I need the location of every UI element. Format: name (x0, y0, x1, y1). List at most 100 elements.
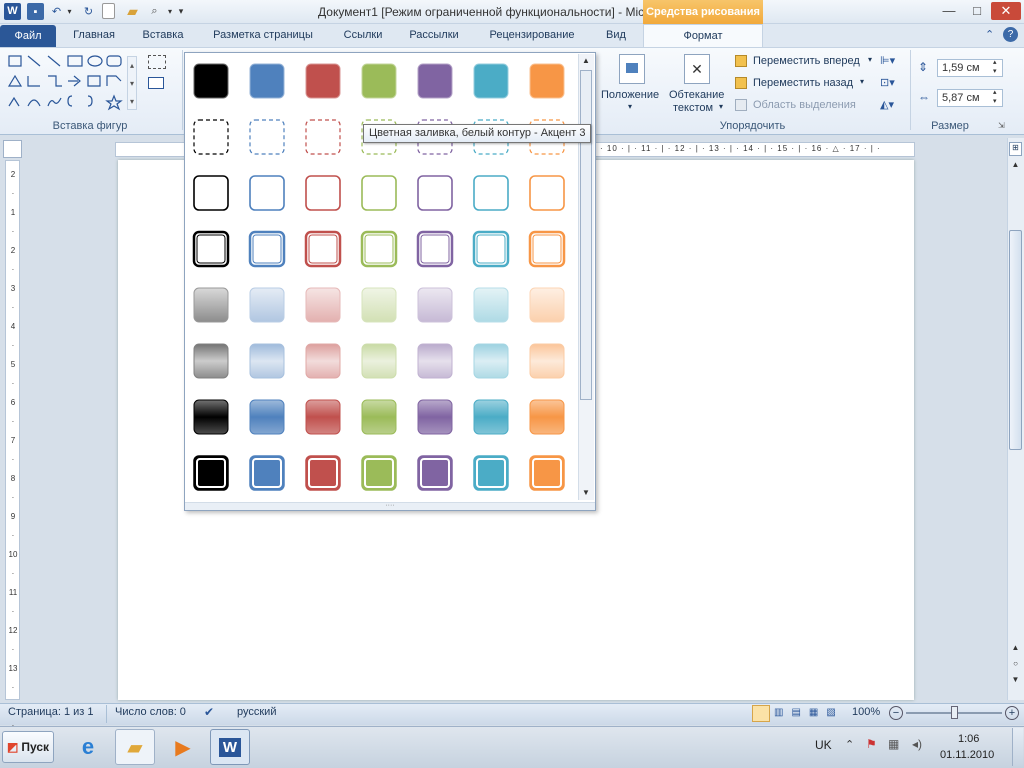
zoom-in-icon[interactable]: + (1005, 706, 1019, 720)
style-swatch[interactable] (193, 287, 229, 323)
zoom-level[interactable]: 100% (852, 706, 880, 718)
wrap-text-icon[interactable]: ✕ (684, 54, 710, 84)
show-hidden-icons-icon[interactable]: ⌃ (845, 738, 854, 751)
style-swatch[interactable] (361, 287, 397, 323)
page-count[interactable]: Страница: 1 из 1 (8, 706, 94, 718)
style-swatch[interactable] (305, 455, 341, 491)
style-swatch[interactable] (361, 175, 397, 211)
send-backward-icon[interactable] (735, 77, 747, 89)
style-swatch[interactable] (305, 287, 341, 323)
style-swatch[interactable] (249, 399, 285, 435)
language-indicator[interactable]: русский (237, 706, 276, 718)
style-swatch[interactable] (249, 343, 285, 379)
tab-mailings[interactable]: Рассылки (398, 24, 470, 47)
position-dropdown-icon[interactable]: ▾ (628, 102, 632, 111)
style-swatch[interactable] (361, 455, 397, 491)
shapes-palette[interactable] (6, 52, 136, 112)
style-swatch[interactable] (528, 230, 566, 268)
style-swatch[interactable] (249, 455, 285, 491)
zoom-out-icon[interactable]: − (889, 706, 903, 720)
style-swatch[interactable] (473, 343, 509, 379)
style-swatch[interactable] (472, 230, 510, 268)
style-swatch[interactable] (361, 63, 397, 99)
style-swatch[interactable] (305, 119, 341, 155)
style-swatch[interactable] (529, 399, 565, 435)
scroll-up-icon[interactable]: ▲ (1009, 160, 1022, 174)
word-count[interactable]: Число слов: 0 (115, 706, 186, 718)
position-button[interactable]: Положение (601, 89, 659, 101)
style-swatch[interactable] (361, 399, 397, 435)
rotate-icon[interactable]: ◭▾ (880, 98, 894, 111)
edit-shape-icon[interactable] (148, 55, 166, 69)
explorer-folder-icon[interactable]: ▰ (115, 729, 155, 765)
ribbon-minimize-icon[interactable]: ⌃ (985, 28, 994, 41)
send-backward-dropdown-icon[interactable]: ▾ (860, 77, 864, 86)
style-swatch[interactable] (305, 343, 341, 379)
view-ruler-icon[interactable]: ⊞ (1009, 142, 1022, 156)
minimize-button[interactable]: — (935, 2, 963, 20)
print-layout-view-icon[interactable] (752, 705, 770, 722)
bring-forward-dropdown-icon[interactable]: ▾ (868, 55, 872, 64)
wrap-text-button-line2[interactable]: текстом (673, 102, 713, 114)
bring-forward-icon[interactable] (735, 55, 747, 67)
proofing-icon[interactable]: ✔ (204, 705, 214, 719)
style-swatch[interactable] (249, 63, 285, 99)
bring-forward-button[interactable]: Переместить вперед (753, 55, 860, 67)
style-swatch[interactable] (248, 230, 286, 268)
vertical-scroll-thumb[interactable] (1009, 230, 1022, 450)
style-swatch[interactable] (416, 230, 454, 268)
style-swatch[interactable] (473, 399, 509, 435)
action-center-icon[interactable]: ⚑ (866, 737, 877, 751)
style-swatch[interactable] (417, 399, 453, 435)
size-dialog-launcher-icon[interactable]: ⇲ (998, 121, 1005, 130)
word-taskbar-icon[interactable]: W (210, 729, 250, 765)
style-swatch[interactable] (529, 455, 565, 491)
gallery-scroll-thumb[interactable] (580, 70, 592, 400)
style-swatch[interactable] (529, 287, 565, 323)
style-swatch[interactable] (249, 175, 285, 211)
style-swatch[interactable] (193, 343, 229, 379)
style-swatch[interactable] (305, 399, 341, 435)
zoom-slider-thumb[interactable] (951, 706, 958, 719)
maximize-button[interactable]: □ (963, 2, 991, 20)
view-buttons-icons[interactable]: ▥▤▦▧ (774, 707, 844, 718)
tab-review[interactable]: Рецензирование (474, 24, 590, 47)
gallery-scroll-down-icon[interactable]: ▼ (580, 488, 592, 500)
style-swatch[interactable] (417, 287, 453, 323)
style-swatch[interactable] (361, 343, 397, 379)
style-swatch[interactable] (473, 287, 509, 323)
clock-time[interactable]: 1:06 (958, 733, 979, 745)
tab-view[interactable]: Вид (594, 24, 638, 47)
style-swatch[interactable] (360, 230, 398, 268)
style-swatch[interactable] (192, 230, 230, 268)
tab-references[interactable]: Ссылки (332, 24, 394, 47)
show-desktop-button[interactable] (1012, 728, 1023, 766)
clock-date[interactable]: 01.11.2010 (940, 749, 994, 761)
style-swatch[interactable] (473, 175, 509, 211)
style-swatch[interactable] (249, 119, 285, 155)
tab-page-layout[interactable]: Разметка страницы (198, 24, 328, 47)
text-box-icon[interactable] (148, 77, 164, 89)
style-swatch[interactable] (305, 175, 341, 211)
style-swatch[interactable] (529, 175, 565, 211)
send-backward-button[interactable]: Переместить назад (753, 77, 853, 89)
help-icon[interactable]: ? (1003, 27, 1018, 42)
tab-insert[interactable]: Вставка (132, 24, 194, 47)
position-icon[interactable] (619, 54, 645, 84)
style-swatch[interactable] (417, 63, 453, 99)
style-swatch[interactable] (304, 230, 342, 268)
tab-file[interactable]: Файл (0, 25, 56, 47)
close-button[interactable]: ✕ (991, 2, 1021, 20)
gallery-resize-grip[interactable]: ···· (185, 502, 595, 510)
group-objects-icon[interactable]: ⊡▾ (880, 76, 895, 89)
style-swatch[interactable] (473, 455, 509, 491)
wrap-dropdown-icon[interactable]: ▾ (719, 102, 723, 111)
network-icon[interactable]: ▦ (888, 737, 899, 751)
internet-explorer-icon[interactable]: e (68, 729, 108, 765)
tab-stop-selector[interactable] (3, 140, 22, 158)
style-swatch[interactable] (417, 343, 453, 379)
style-swatch[interactable] (529, 343, 565, 379)
shape-style-swatches[interactable] (184, 52, 580, 502)
tab-format[interactable]: Формат (643, 24, 763, 48)
style-swatch[interactable] (249, 287, 285, 323)
